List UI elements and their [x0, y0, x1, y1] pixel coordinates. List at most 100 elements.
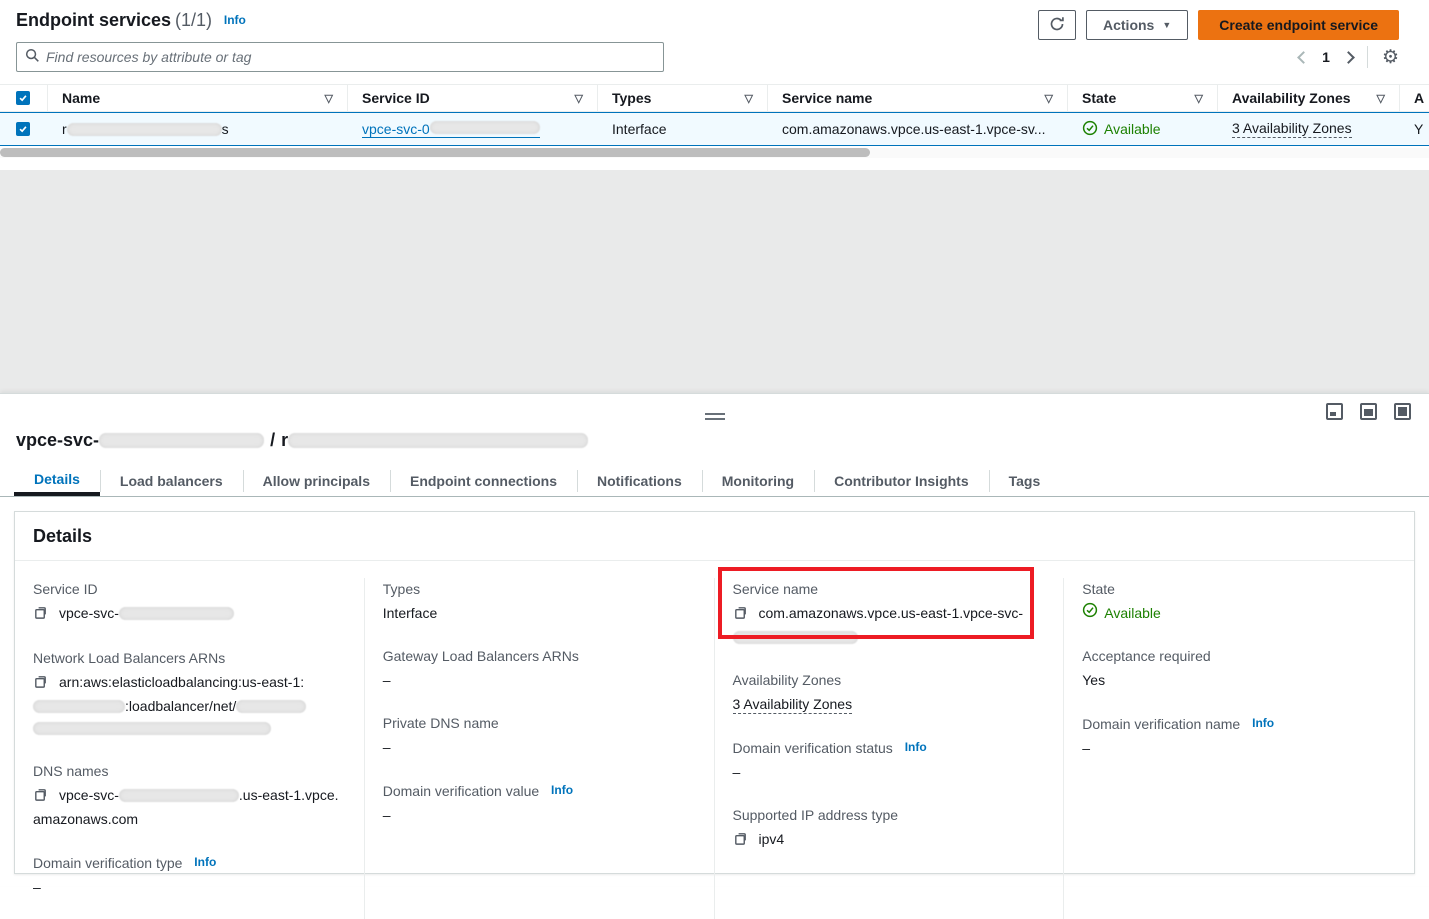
filter-icon[interactable]: ▽	[1377, 92, 1385, 105]
detail-split-panel: vpce-svc-/r Details Load balancers Allow…	[0, 393, 1429, 886]
horizontal-scrollbar	[0, 148, 1429, 158]
previous-page-icon[interactable]	[1297, 51, 1310, 64]
horizontal-scrollbar-thumb[interactable]	[0, 148, 870, 157]
settings-gear-icon[interactable]: ⚙	[1382, 48, 1399, 67]
info-link[interactable]: Info	[551, 783, 573, 797]
redacted-text	[67, 123, 222, 136]
column-header-types[interactable]: Types ▽	[598, 85, 768, 111]
filter-icon[interactable]: ▽	[1045, 92, 1053, 105]
create-endpoint-service-button[interactable]: Create endpoint service	[1198, 10, 1399, 40]
search-icon	[25, 48, 40, 66]
availability-zones-popover-trigger[interactable]: 3 Availability Zones	[733, 696, 853, 714]
copy-icon[interactable]	[733, 830, 748, 852]
details-column-2: Types Interface Gateway Load Balancers A…	[365, 578, 715, 919]
field-glb-arns: Gateway Load Balancers ARNs –	[383, 645, 696, 691]
actions-button[interactable]: Actions ▼	[1086, 10, 1188, 40]
tab-load-balancers[interactable]: Load balancers	[100, 466, 243, 496]
field-dns-names: DNS names vpce-svc-.us-east-1.vpce.amazo…	[33, 760, 346, 830]
actions-label: Actions	[1103, 17, 1154, 33]
field-types: Types Interface	[383, 578, 696, 624]
background-gap	[0, 170, 1429, 393]
tab-endpoint-connections[interactable]: Endpoint connections	[390, 466, 577, 496]
details-column-3: Service name com.amazonaws.vpce.us-east-…	[715, 578, 1065, 919]
page-number[interactable]: 1	[1322, 49, 1330, 65]
details-column-1: Service ID vpce-svc- Network Load Balanc…	[15, 578, 365, 919]
redacted-text	[119, 789, 239, 802]
field-domain-verification-status: Domain verification status Info –	[733, 736, 1046, 783]
column-header-service-name[interactable]: Service name ▽	[768, 85, 1068, 111]
field-acceptance-required: Acceptance required Yes	[1082, 645, 1396, 691]
copy-icon[interactable]	[33, 673, 48, 695]
details-column-4: State Available Acceptance required Yes	[1064, 578, 1414, 919]
column-header-name[interactable]: Name ▽	[48, 85, 348, 111]
tab-tags[interactable]: Tags	[989, 466, 1061, 496]
search-input[interactable]	[46, 49, 655, 65]
info-link[interactable]: Info	[905, 740, 927, 754]
column-header-availability-zones[interactable]: Availability Zones ▽	[1218, 85, 1400, 111]
info-link[interactable]: Info	[224, 13, 246, 27]
tab-monitoring[interactable]: Monitoring	[702, 466, 814, 496]
row-name-cell: r s	[48, 113, 348, 145]
row-types-cell: Interface	[598, 113, 768, 145]
redacted-text	[430, 121, 540, 134]
refresh-icon	[1049, 16, 1065, 35]
row-checkbox[interactable]	[16, 122, 30, 136]
row-acceptance-cell: Y	[1400, 113, 1429, 145]
next-page-icon[interactable]	[1342, 51, 1355, 64]
filter-icon[interactable]: ▽	[325, 92, 333, 105]
tab-contributor-insights[interactable]: Contributor Insights	[814, 466, 989, 496]
copy-icon[interactable]	[733, 604, 748, 626]
table-row[interactable]: r s vpce-svc-0 Interface com.amazonaws.v…	[0, 112, 1429, 146]
check-circle-icon	[1082, 120, 1098, 139]
row-availability-zones-cell: 3 Availability Zones	[1218, 113, 1400, 145]
filter-icon[interactable]: ▽	[1195, 92, 1203, 105]
field-domain-verification-value: Domain verification value Info –	[383, 779, 696, 826]
redacted-text	[33, 722, 271, 735]
filter-icon[interactable]: ▽	[575, 92, 583, 105]
tab-details[interactable]: Details	[14, 466, 100, 496]
page-title-text: Endpoint services	[16, 10, 171, 30]
search-box[interactable]	[16, 42, 664, 72]
field-service-name: Service name com.amazonaws.vpce.us-east-…	[733, 578, 1046, 648]
selected-resource-title: vpce-svc-/r	[16, 430, 588, 451]
redacted-text	[119, 607, 234, 620]
check-circle-icon	[1082, 602, 1098, 624]
redacted-text	[733, 631, 858, 644]
endpoint-services-panel: Endpoint services (1/1) Info Actions ▼ C…	[0, 0, 1429, 170]
info-link[interactable]: Info	[194, 855, 216, 869]
resource-count: (1/1)	[175, 10, 212, 30]
select-all-checkbox[interactable]	[16, 91, 30, 105]
field-supported-ip-address-type: Supported IP address type ipv4	[733, 804, 1046, 852]
divider	[1367, 46, 1368, 68]
column-header-acceptance[interactable]: A	[1400, 85, 1429, 111]
availability-zones-popover-trigger[interactable]: 3 Availability Zones	[1232, 120, 1352, 138]
field-state: State Available	[1082, 578, 1396, 624]
copy-icon[interactable]	[33, 786, 48, 808]
redacted-text	[236, 700, 306, 713]
row-service-name-cell: com.amazonaws.vpce.us-east-1.vpce-sv...	[768, 113, 1068, 145]
field-service-id: Service ID vpce-svc-	[33, 578, 346, 626]
service-id-link[interactable]: vpce-svc-0	[362, 121, 540, 138]
column-header-state[interactable]: State ▽	[1068, 85, 1218, 111]
panel-size-small-icon[interactable]	[1326, 403, 1343, 420]
redacted-text	[33, 700, 125, 713]
redacted-text	[99, 433, 264, 448]
details-card: Details Service ID vpce-svc- Network Loa…	[14, 511, 1415, 874]
panel-size-full-icon[interactable]	[1394, 403, 1411, 420]
field-nlb-arns: Network Load Balancers ARNs arn:aws:elas…	[33, 647, 346, 739]
tab-allow-principals[interactable]: Allow principals	[243, 466, 390, 496]
split-panel-drag-handle[interactable]	[705, 410, 725, 423]
tab-notifications[interactable]: Notifications	[577, 466, 702, 496]
page-title: Endpoint services (1/1) Info	[16, 10, 246, 31]
column-header-service-id[interactable]: Service ID ▽	[348, 85, 598, 111]
info-link[interactable]: Info	[1252, 716, 1274, 730]
row-service-id-cell: vpce-svc-0	[348, 113, 598, 145]
redacted-text	[288, 433, 588, 448]
field-domain-verification-name: Domain verification name Info –	[1082, 712, 1396, 759]
table-header-row: Name ▽ Service ID ▽ Types ▽ Service name…	[0, 84, 1429, 112]
filter-icon[interactable]: ▽	[745, 92, 753, 105]
field-availability-zones: Availability Zones 3 Availability Zones	[733, 669, 1046, 715]
panel-size-half-icon[interactable]	[1360, 403, 1377, 420]
copy-icon[interactable]	[33, 604, 48, 626]
refresh-button[interactable]	[1038, 10, 1076, 40]
